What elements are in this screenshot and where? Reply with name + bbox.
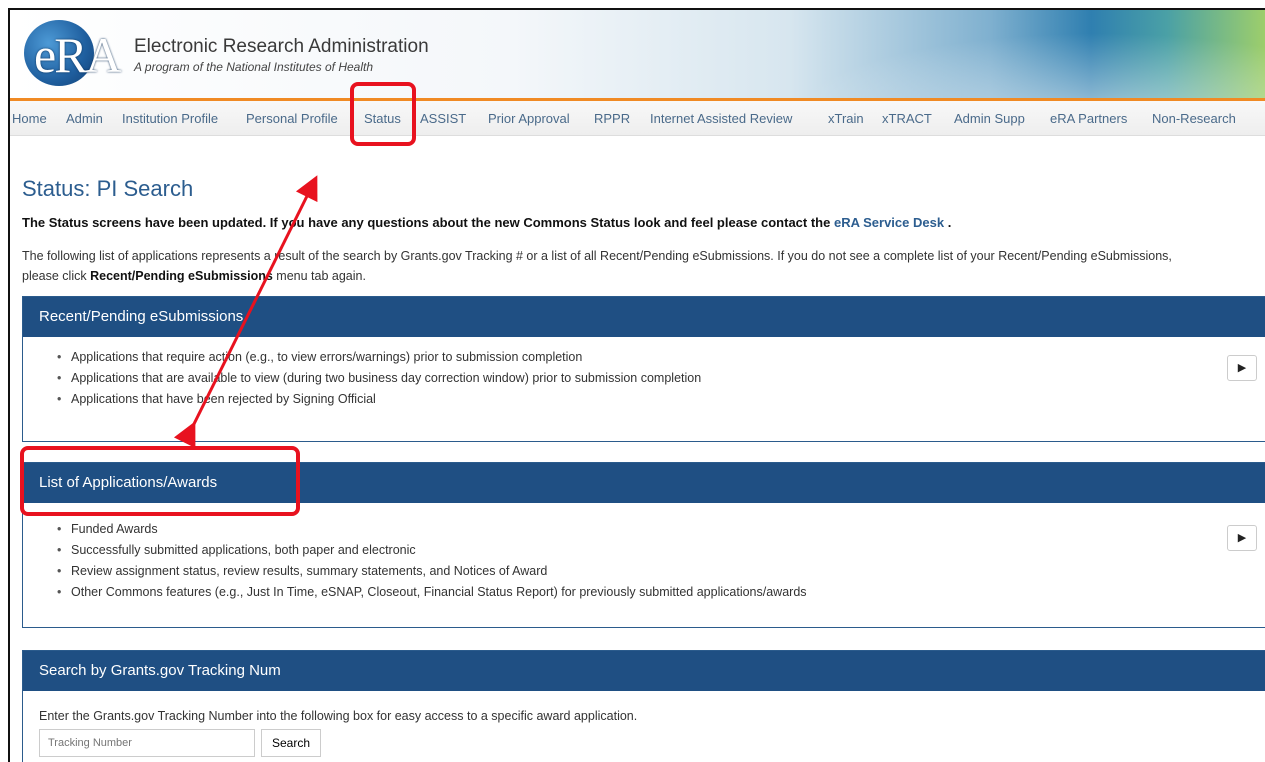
panel-body: Funded Awards Successfully submitted app… <box>23 503 1265 603</box>
expand-recent-button[interactable]: ▶ <box>1227 355 1257 381</box>
panel-header: Search by Grants.gov Tracking Num <box>23 651 1265 691</box>
list-item: Successfully submitted applications, bot… <box>57 540 1265 561</box>
logo-text: eRA <box>34 27 122 83</box>
nav-non-research[interactable]: Non-Research <box>1152 111 1236 126</box>
list-item: Other Commons features (e.g., Just In Ti… <box>57 582 1265 603</box>
recent-list: Applications that require action (e.g., … <box>57 347 1265 410</box>
nav-internet-assisted-review[interactable]: Internet Assisted Review <box>650 111 792 126</box>
banner-decoration <box>707 10 1265 98</box>
status-notice: The Status screens have been updated. If… <box>22 215 951 230</box>
list-item: Review assignment status, review results… <box>57 561 1265 582</box>
list-item: Applications that require action (e.g., … <box>57 347 1265 368</box>
nav-rppr[interactable]: RPPR <box>594 111 630 126</box>
nav-admin[interactable]: Admin <box>66 111 103 126</box>
tracking-search-panel: Search by Grants.gov Tracking Num Enter … <box>22 650 1265 762</box>
nav-era-partners[interactable]: eRA Partners <box>1050 111 1127 126</box>
nav-assist[interactable]: ASSIST <box>420 111 466 126</box>
list-item: Applications that are available to view … <box>57 368 1265 389</box>
tracking-number-input[interactable] <box>39 729 255 757</box>
awards-list: Funded Awards Successfully submitted app… <box>57 519 1265 603</box>
main-nav: Home Admin Institution Profile Personal … <box>10 98 1265 136</box>
list-item: Funded Awards <box>57 519 1265 540</box>
browser-frame: eRA Electronic Research Administration A… <box>8 8 1265 762</box>
nav-xtrain[interactable]: xTrain <box>828 111 864 126</box>
panel-body: Applications that require action (e.g., … <box>23 337 1265 410</box>
nav-personal-profile[interactable]: Personal Profile <box>246 111 338 126</box>
brand-title: Electronic Research Administration <box>134 36 429 57</box>
list-item: Applications that have been rejected by … <box>57 389 1265 410</box>
notice-suffix: . <box>947 215 952 230</box>
service-desk-link[interactable]: eRA Service Desk <box>834 215 944 230</box>
search-instruction: Enter the Grants.gov Tracking Number int… <box>39 709 638 723</box>
nav-home[interactable]: Home <box>12 111 47 126</box>
nav-admin-supp[interactable]: Admin Supp <box>954 111 1025 126</box>
expand-awards-button[interactable]: ▶ <box>1227 525 1257 551</box>
applications-highlight-box <box>20 446 300 516</box>
page-title: Status: PI Search <box>22 176 194 201</box>
brand-subtitle: A program of the National Institutes of … <box>134 60 374 74</box>
search-button[interactable]: Search <box>261 729 322 757</box>
intro-text-end: menu tab again. <box>276 269 366 283</box>
header-banner: eRA Electronic Research Administration A… <box>10 10 1265 98</box>
recent-pending-panel: Recent/Pending eSubmissions Applications… <box>22 296 1265 442</box>
nav-xtract[interactable]: xTRACT <box>882 111 932 126</box>
panel-body: Enter the Grants.gov Tracking Number int… <box>23 691 1265 757</box>
intro-bold-link: Recent/Pending eSubmissions <box>90 269 273 283</box>
panel-header: Recent/Pending eSubmissions <box>23 297 1265 337</box>
search-row: Search <box>39 729 1265 757</box>
nav-institution-profile[interactable]: Institution Profile <box>122 111 218 126</box>
intro-paragraph: The following list of applications repre… <box>22 246 1202 286</box>
status-highlight-box <box>350 82 416 146</box>
nav-prior-approval[interactable]: Prior Approval <box>488 111 570 126</box>
notice-text: The Status screens have been updated. If… <box>22 215 831 230</box>
era-logo[interactable]: eRA <box>24 20 128 86</box>
